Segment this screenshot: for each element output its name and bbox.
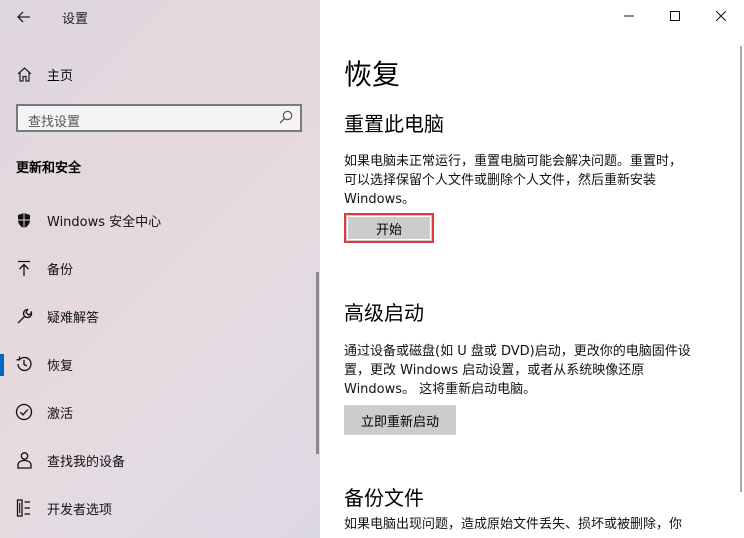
maximize-button[interactable] <box>652 2 698 30</box>
check-circle-icon <box>15 403 33 421</box>
sidebar-item-label: 疑难解答 <box>47 310 100 326</box>
advanced-description-line: 通过设备或磁盘(如 U 盘或 DVD)启动，更改你的电脑固件设 <box>344 344 691 359</box>
back-arrow-icon <box>17 11 30 23</box>
page-title: 恢复 <box>344 58 401 91</box>
person-location-icon <box>15 451 33 469</box>
backup-description-line: 如果电脑出现问题，造成原始文件丢失、损坏或被删除，你 <box>344 517 683 532</box>
sidebar-item-label: 查找我的设备 <box>47 454 126 470</box>
sidebar-item-label: 恢复 <box>47 358 74 374</box>
sidebar-item-home[interactable]: 主页 <box>16 63 306 85</box>
sidebar-item-label: Windows 安全中心 <box>47 214 162 230</box>
reset-description-line: 如果电脑未正常运行，重置电脑可能会解决问题。重置时， <box>344 154 683 169</box>
sidebar-item-windows-security[interactable]: Windows 安全中心 <box>0 200 312 240</box>
backup-files-heading: 备份文件 <box>344 486 424 510</box>
sidebar-item-label: 备份 <box>47 262 74 278</box>
back-button[interactable] <box>12 6 36 28</box>
advanced-description-line: 置，更改 Windows 启动设置，或者从系统映像还原 <box>344 363 645 378</box>
main-content: 恢复 重置此电脑 如果电脑未正常运行，重置电脑可能会解决问题。重置时， 可以选择… <box>320 0 744 538</box>
sidebar-item-label: 激活 <box>47 406 74 422</box>
reset-heading: 重置此电脑 <box>344 112 444 136</box>
reset-description: 如果电脑未正常运行，重置电脑可能会解决问题。重置时， 可以选择保留个人文件或删除… <box>344 152 722 209</box>
main-scrollbar[interactable] <box>740 46 742 492</box>
advanced-startup-description: 通过设备或磁盘(如 U 盘或 DVD)启动，更改你的电脑固件设 置，更改 Win… <box>344 342 722 399</box>
advanced-description-line: Windows。 这将重新启动电脑。 <box>344 382 537 397</box>
close-button[interactable] <box>698 2 744 30</box>
sidebar: 设置 主页 查找设置 更新和安全 Windows 安全中心 备份 疑难解答 恢复 <box>0 0 320 538</box>
search-icon <box>279 110 293 124</box>
section-title: 更新和安全 <box>16 161 82 176</box>
reset-description-line: Windows。 <box>344 192 416 207</box>
sidebar-item-activation[interactable]: 激活 <box>0 392 312 432</box>
sidebar-item-developer[interactable]: 开发者选项 <box>0 488 312 528</box>
maximize-icon <box>670 11 680 21</box>
sidebar-scrollbar[interactable] <box>316 272 319 454</box>
search-placeholder: 查找设置 <box>28 115 81 130</box>
sidebar-item-find-my-device[interactable]: 查找我的设备 <box>0 440 312 480</box>
app-title: 设置 <box>62 12 89 27</box>
history-icon <box>15 355 33 373</box>
minimize-icon <box>624 15 634 17</box>
wrench-icon <box>15 307 33 325</box>
sidebar-item-label: 开发者选项 <box>47 502 113 518</box>
sidebar-item-backup[interactable]: 备份 <box>0 248 312 288</box>
home-label: 主页 <box>47 68 74 84</box>
search-input[interactable]: 查找设置 <box>16 104 302 132</box>
sidebar-item-troubleshoot[interactable]: 疑难解答 <box>0 296 312 336</box>
restart-now-button[interactable]: 立即重新启动 <box>344 405 456 435</box>
backup-files-description: 如果电脑出现问题，造成原始文件丢失、损坏或被删除，你 <box>344 515 722 534</box>
backup-arrow-icon <box>15 259 33 277</box>
shield-icon <box>15 211 33 229</box>
minimize-button[interactable] <box>606 2 652 30</box>
developer-icon <box>15 499 33 517</box>
close-icon <box>716 11 726 21</box>
advanced-startup-heading: 高级启动 <box>344 301 424 325</box>
reset-description-line: 可以选择保留个人文件或删除个人文件，然后重新安装 <box>344 173 657 188</box>
sidebar-item-recovery[interactable]: 恢复 <box>0 344 312 384</box>
home-icon <box>17 66 32 82</box>
reset-start-button[interactable]: 开始 <box>344 213 434 243</box>
